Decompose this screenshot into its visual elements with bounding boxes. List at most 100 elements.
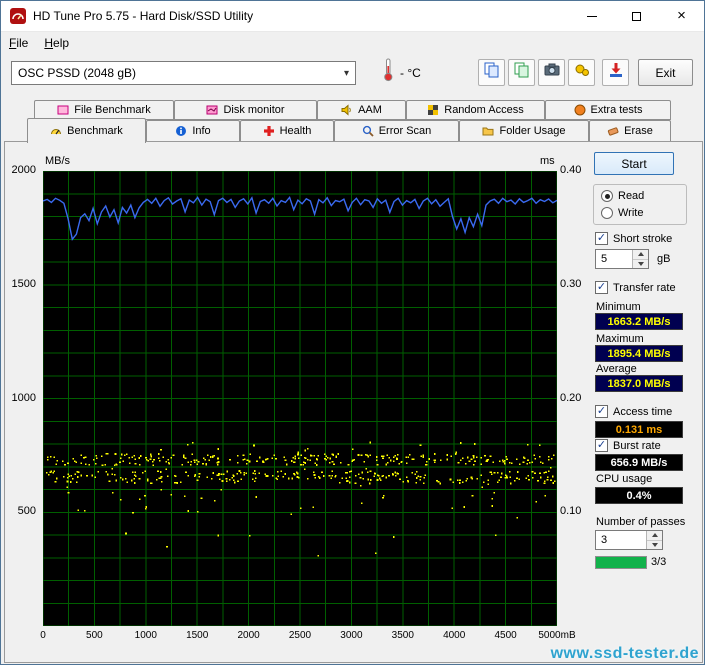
tab-error-scan[interactable]: Error Scan (334, 120, 459, 141)
triangle-down-icon (651, 542, 658, 547)
toolbar: OSC PSSD (2048 gB) ▾ - °C Exit (1, 52, 704, 96)
eraser-icon (607, 125, 619, 137)
menu-file[interactable]: File (1, 34, 36, 52)
short-stroke-label: Short stroke (613, 232, 673, 245)
read-radio[interactable]: Read (601, 190, 644, 202)
tab-label: Folder Usage (499, 125, 566, 137)
spin-down-button[interactable] (647, 540, 662, 549)
disk-monitor-icon (206, 104, 218, 116)
x-axis-tick-label: 4500 (494, 630, 517, 641)
tab-row-secondary: File Benchmark Disk monitor AAM Random A… (34, 100, 671, 120)
speaker-icon (341, 104, 353, 116)
control-panel: Start Read Write ✓ Short stroke 5 gB ✓ T… (593, 151, 704, 631)
checkmark-icon: ✓ (595, 232, 608, 245)
checkmark-icon: ✓ (595, 405, 608, 418)
triangle-down-icon (637, 261, 644, 266)
copy-image-button[interactable] (508, 59, 535, 86)
spinner-buttons (646, 531, 662, 549)
exit-button[interactable]: Exit (638, 59, 693, 86)
average-value: 1837.0 MB/s (595, 375, 683, 392)
tab-row-primary: Benchmark Info Health Error Scan Folder … (27, 118, 671, 143)
folder-icon (482, 125, 494, 137)
menubar: File Help (1, 33, 704, 52)
passes-value: 3 (601, 534, 608, 546)
minimum-value: 1663.2 MB/s (595, 313, 683, 330)
cpu-usage-value: 0.4% (595, 487, 683, 504)
spinner-buttons (632, 250, 648, 268)
short-stroke-checkbox[interactable]: ✓ Short stroke (595, 232, 672, 245)
thermometer-icon (382, 57, 395, 87)
short-stroke-size-input[interactable]: 5 (595, 249, 649, 269)
window-controls: × (569, 1, 704, 31)
watermark: www.ssd-tester.de (550, 645, 699, 662)
tab-health[interactable]: Health (240, 120, 334, 141)
minimize-button[interactable] (569, 1, 614, 31)
spin-down-button[interactable] (633, 259, 648, 268)
tab-info[interactable]: Info (146, 120, 240, 141)
maximize-icon (632, 11, 641, 21)
tab-erase[interactable]: Erase (589, 120, 671, 141)
tab-benchmark[interactable]: Benchmark (27, 118, 146, 143)
save-button[interactable] (602, 59, 629, 86)
x-axis-tick-label: 1500 (186, 630, 209, 641)
pass-progress-bar (595, 556, 647, 569)
tab-folder-usage[interactable]: Folder Usage (459, 120, 589, 141)
gears-icon (573, 61, 591, 84)
x-axis-tick-label: 3500 (391, 630, 414, 641)
passes-input[interactable]: 3 (595, 530, 663, 550)
camera-icon (543, 61, 561, 84)
tab-label: Disk monitor (223, 104, 285, 116)
options-button[interactable] (568, 59, 595, 86)
start-button[interactable]: Start (594, 152, 674, 175)
tab-label: Benchmark (67, 125, 123, 137)
access-time-checkbox[interactable]: ✓ Access time (595, 405, 672, 418)
drive-select-value: OSC PSSD (2048 gB) (18, 66, 137, 80)
tab-label: Info (192, 125, 211, 137)
close-button[interactable]: × (659, 1, 704, 31)
tab-label: Error Scan (378, 125, 432, 137)
benchmark-plot (42, 170, 558, 627)
short-stroke-unit-label: gB (657, 253, 671, 265)
tab-label: AAM (358, 104, 382, 116)
checkmark-icon: ✓ (595, 281, 608, 294)
menu-help[interactable]: Help (36, 34, 77, 52)
app-window: HD Tune Pro 5.75 - Hard Disk/SSD Utility… (0, 0, 705, 665)
random-access-icon (427, 104, 439, 116)
maximize-button[interactable] (614, 1, 659, 31)
tab-file-benchmark[interactable]: File Benchmark (34, 100, 174, 120)
tab-label: Extra tests (590, 104, 643, 116)
temperature-readout: - °C (400, 66, 421, 80)
y-axis-tick-label: 1000 (11, 391, 36, 404)
x-axis-tick-label: 1000 (134, 630, 157, 641)
copy-text-button[interactable] (478, 59, 505, 86)
read-radio-label: Read (618, 190, 645, 202)
titlebar: HD Tune Pro 5.75 - Hard Disk/SSD Utility… (1, 1, 704, 32)
y-axis-tick-label: 0.30 (560, 277, 582, 290)
transfer-rate-checkbox[interactable]: ✓ Transfer rate (595, 281, 676, 294)
y-axis-tick-label: 0.40 (560, 164, 582, 176)
triangle-up-icon (637, 252, 644, 257)
transfer-rate-label: Transfer rate (613, 281, 676, 294)
drive-select[interactable]: OSC PSSD (2048 gB) ▾ (11, 61, 356, 85)
tab-random-access[interactable]: Random Access (406, 100, 545, 120)
passes-label: Number of passes (596, 516, 686, 528)
tab-label: Erase (624, 125, 653, 137)
y-axis-tick-label: 2000 (11, 164, 36, 176)
x-axis-tick-label: 0 (40, 630, 46, 641)
screenshot-button[interactable] (538, 59, 565, 86)
tab-label: Random Access (444, 104, 524, 116)
burst-rate-value: 656.9 MB/s (595, 454, 683, 471)
maximum-label: Maximum (596, 333, 644, 345)
tab-disk-monitor[interactable]: Disk monitor (174, 100, 317, 120)
tab-extra-tests[interactable]: Extra tests (545, 100, 671, 120)
y-axis-tick-label: 0.10 (560, 505, 582, 518)
spin-up-button[interactable] (647, 531, 662, 541)
tab-aam[interactable]: AAM (317, 100, 406, 120)
copy-pages-icon (483, 61, 501, 84)
app-icon (10, 8, 26, 24)
burst-rate-checkbox[interactable]: ✓ Burst rate (595, 439, 661, 452)
close-icon: × (677, 7, 686, 24)
spin-up-button[interactable] (633, 250, 648, 260)
write-radio-label: Write (618, 207, 644, 219)
write-radio[interactable]: Write (601, 207, 643, 219)
